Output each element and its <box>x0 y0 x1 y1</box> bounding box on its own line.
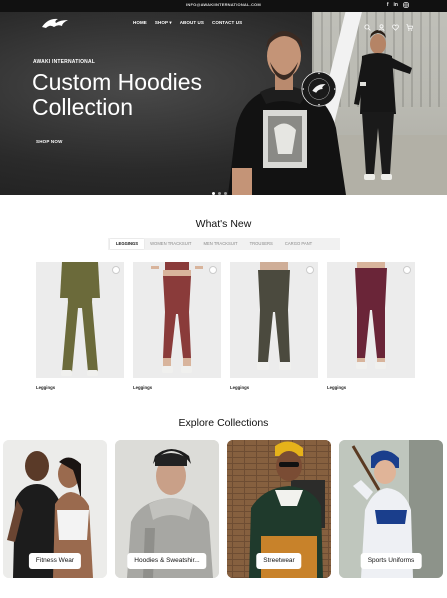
user-icon[interactable] <box>378 18 385 31</box>
hero-headline: Custom Hoodies Collection <box>32 70 262 120</box>
nav-contact-us[interactable]: CONTACT US <box>212 20 242 26</box>
collection-label[interactable]: Fitness Wear <box>28 553 82 569</box>
tab-men-tracksuit[interactable]: MEN TRACKSUIT <box>197 239 243 249</box>
category-tabs: LEGGINGS WOMEN TRACKSUIT MEN TRACKSUIT T… <box>108 238 340 250</box>
whats-new-title: What's New <box>195 218 252 230</box>
collection-label[interactable]: Hoodies & Sweatshir... <box>127 553 207 569</box>
product-name[interactable]: Leggings <box>327 385 415 390</box>
product-name[interactable]: Leggings <box>230 385 318 390</box>
wishlist-heart-icon[interactable] <box>209 266 217 274</box>
tab-cargo-pant[interactable]: CARGO PANT <box>279 239 318 249</box>
main-navigation: HOME SHOP ▾ ABOUT US CONTACT US <box>0 12 447 34</box>
hero-model-secondary-image <box>354 30 412 180</box>
wishlist-heart-icon[interactable] <box>403 266 411 274</box>
social-links: f in <box>387 2 409 11</box>
slide-dot-1[interactable] <box>212 192 215 195</box>
collection-card-sports-uniforms[interactable]: Sports Uniforms <box>339 440 443 578</box>
brand-badge-logo <box>301 71 337 107</box>
brand-logo[interactable] <box>40 15 70 31</box>
hero-banner: HOME SHOP ▾ ABOUT US CONTACT US AWAKI IN… <box>0 12 447 195</box>
product-image[interactable] <box>230 262 318 378</box>
product-card[interactable]: Leggings <box>230 262 318 390</box>
facebook-icon[interactable]: f <box>387 2 389 11</box>
tab-leggings[interactable]: LEGGINGS <box>110 239 145 249</box>
wishlist-heart-icon[interactable] <box>112 266 120 274</box>
product-grid: Leggings Leggings Leggings Leggings <box>36 262 415 390</box>
shop-now-button[interactable]: SHOP NOW <box>36 137 76 147</box>
heart-icon[interactable] <box>392 18 399 31</box>
nav-shop[interactable]: SHOP ▾ <box>155 20 172 26</box>
hero-headline-line2: Collection <box>32 94 133 120</box>
tab-women-tracksuit[interactable]: WOMEN TRACKSUIT <box>144 239 197 249</box>
collection-card-streetwear[interactable]: Streetwear <box>227 440 331 578</box>
product-image[interactable] <box>327 262 415 378</box>
product-card[interactable]: Leggings <box>133 262 221 390</box>
wishlist-heart-icon[interactable] <box>306 266 314 274</box>
explore-collections-title: Explore Collections <box>178 417 269 429</box>
top-announcement-bar: INFO@AWAKIINTERNATIONAL.COM f in <box>0 0 447 12</box>
nav-home[interactable]: HOME <box>133 20 147 26</box>
slide-dot-2[interactable] <box>218 192 221 195</box>
product-image[interactable] <box>133 262 221 378</box>
search-icon[interactable] <box>364 18 371 31</box>
hero-kicker: AWAKI INTERNATIONAL <box>33 59 96 65</box>
linkedin-icon[interactable]: in <box>394 2 398 11</box>
product-image[interactable] <box>36 262 124 378</box>
tab-trousers[interactable]: TROUSERS <box>244 239 279 249</box>
collection-card-hoodies[interactable]: Hoodies & Sweatshir... <box>115 440 219 578</box>
hero-headline-line1: Custom Hoodies <box>32 69 203 95</box>
product-name[interactable]: Leggings <box>133 385 221 390</box>
collections-grid: Fitness Wear Hoodies & Sweatshir... Stre… <box>3 440 443 578</box>
nav-about-us[interactable]: ABOUT US <box>180 20 204 26</box>
instagram-icon[interactable] <box>403 2 409 11</box>
contact-email[interactable]: INFO@AWAKIINTERNATIONAL.COM <box>0 2 447 7</box>
slide-dot-3[interactable] <box>224 192 227 195</box>
slider-dots <box>212 192 227 195</box>
product-card[interactable]: Leggings <box>327 262 415 390</box>
collection-label[interactable]: Streetwear <box>256 553 302 569</box>
collection-label[interactable]: Sports Uniforms <box>360 553 422 569</box>
product-card[interactable]: Leggings <box>36 262 124 390</box>
collection-card-fitness-wear[interactable]: Fitness Wear <box>3 440 107 578</box>
product-name[interactable]: Leggings <box>36 385 124 390</box>
cart-icon[interactable] <box>406 18 414 31</box>
